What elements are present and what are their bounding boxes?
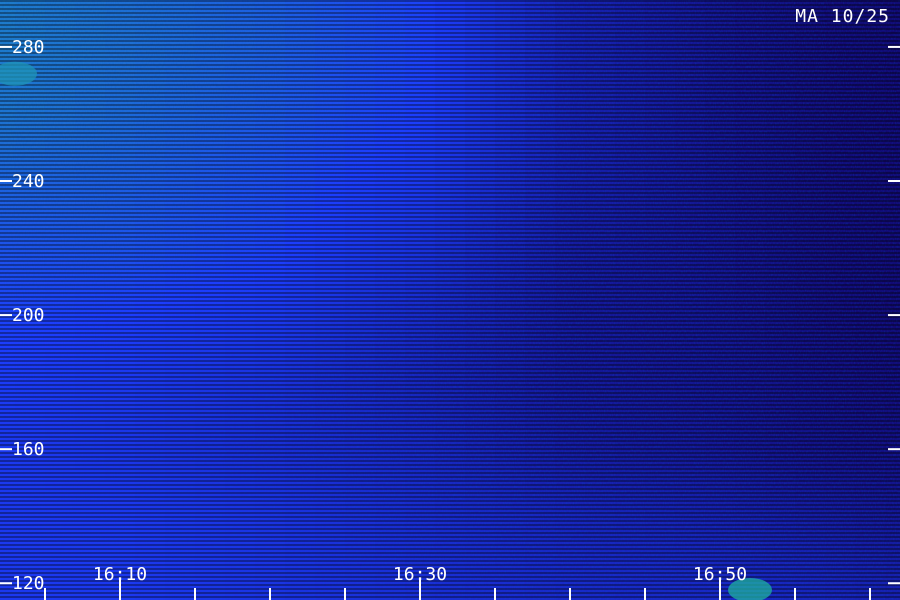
scanline-overlay — [0, 0, 900, 600]
y-tick-label: 240 — [12, 171, 45, 192]
x-tick-label: 16:50 — [693, 564, 747, 585]
y-tick-label: 280 — [12, 37, 45, 58]
y-tick-label: 160 — [12, 439, 45, 460]
spectrogram-plot: 120 160 200 240 280 16:10 16:30 16:50 — [0, 0, 900, 600]
y-tick-label: 200 — [12, 305, 45, 326]
spectrogram-chart: 120 160 200 240 280 16:10 16:30 16:50 MA 10/25 — [0, 0, 900, 600]
y-tick-label: 120 — [12, 573, 45, 594]
chart-title: MA 10/25 — [795, 6, 890, 27]
x-tick-label: 16:30 — [393, 564, 447, 585]
x-tick-label: 16:10 — [93, 564, 147, 585]
